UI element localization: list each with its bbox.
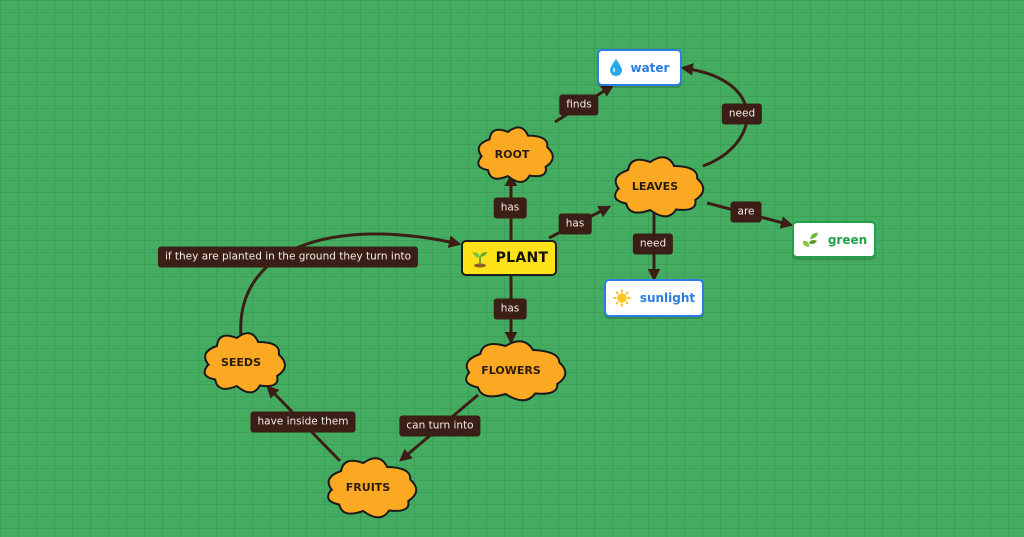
sprout-icon <box>470 248 490 268</box>
node-seeds[interactable]: SEEDS <box>203 332 286 394</box>
node-plant[interactable]: PLANT <box>461 240 557 276</box>
node-water-label: water <box>630 60 670 75</box>
node-fruits-label: FRUITS <box>346 481 391 494</box>
node-sunlight[interactable]: sunlight <box>604 279 704 317</box>
node-green-label: green <box>827 232 868 247</box>
node-water[interactable]: water <box>597 49 682 86</box>
node-leaves-label: LEAVES <box>632 180 678 193</box>
node-green[interactable]: green <box>792 221 876 258</box>
sun-icon <box>613 289 631 307</box>
node-seeds-label: SEEDS <box>221 356 261 369</box>
edge-label-plant-flowers: has <box>493 298 527 320</box>
node-root[interactable]: ROOT <box>477 126 554 183</box>
node-flowers-label: FLOWERS <box>481 364 541 377</box>
edge-label-plant-root: has <box>493 197 527 219</box>
water-drop-icon <box>609 59 622 76</box>
edge-label-leaves-water: need <box>721 103 763 125</box>
edge-label-root-water: finds <box>559 94 599 116</box>
node-flowers[interactable]: FLOWERS <box>465 340 567 402</box>
edge-label-leaves-sunlight: need <box>632 233 674 255</box>
edge-label-fruits-seeds: have inside them <box>250 411 356 433</box>
node-sunlight-label: sunlight <box>639 291 696 305</box>
node-root-label: ROOT <box>495 148 530 161</box>
node-plant-label: PLANT <box>495 250 549 266</box>
edge-label-leaves-green: are <box>730 201 762 223</box>
node-fruits[interactable]: FRUITS <box>327 457 418 519</box>
edge-label-plant-leaves: has <box>558 213 592 235</box>
node-leaves[interactable]: LEAVES <box>614 156 705 218</box>
edge-label-seeds-plant: if they are planted in the ground they t… <box>157 246 419 268</box>
leaves-icon <box>801 231 819 249</box>
edge-label-flowers-fruits: can turn into <box>399 415 481 437</box>
